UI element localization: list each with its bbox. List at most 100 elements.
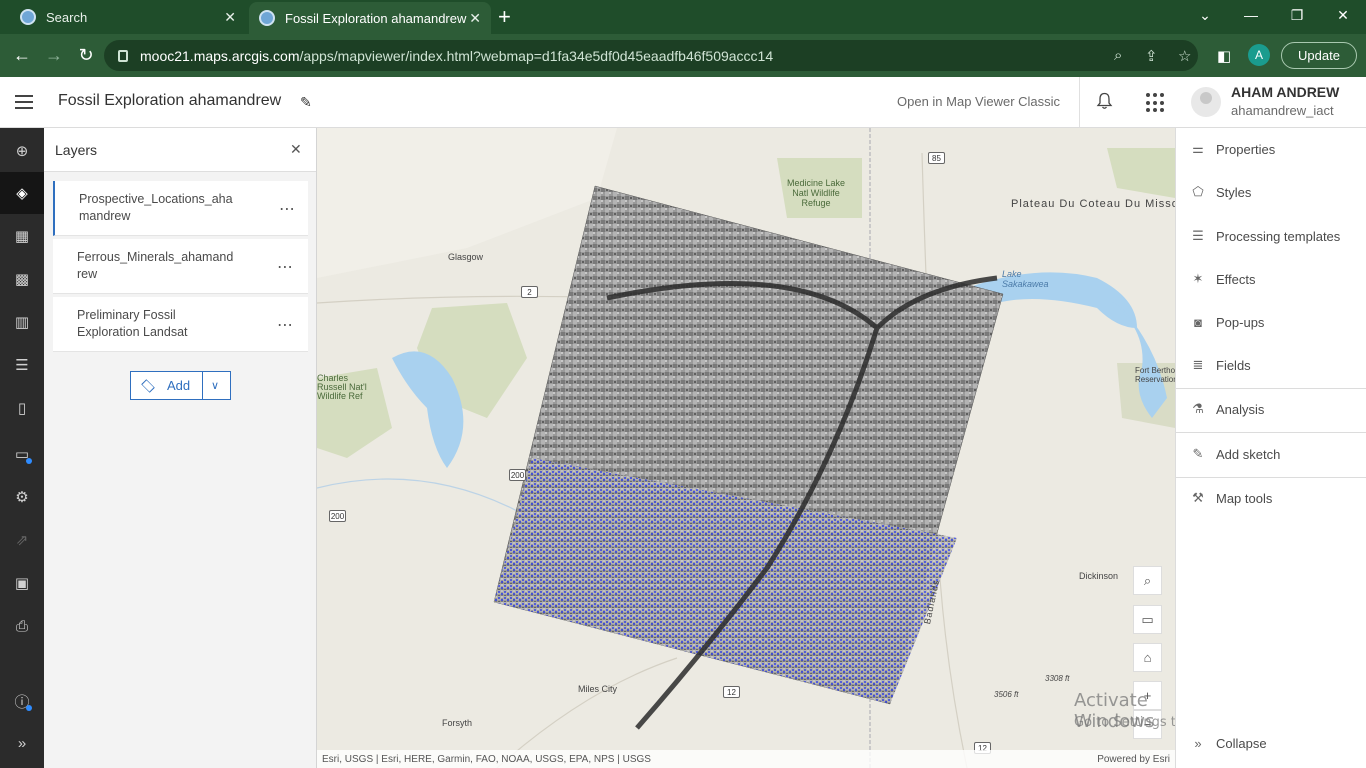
- share-icon[interactable]: ⇪: [1145, 47, 1158, 65]
- chevron-down-icon[interactable]: ∨: [211, 379, 219, 392]
- print-icon[interactable]: ⎙: [0, 605, 44, 647]
- search-icon[interactable]: ⌕: [1133, 566, 1162, 595]
- menu-icon[interactable]: [15, 95, 33, 109]
- close-tab-icon[interactable]: ✕: [469, 10, 481, 27]
- panel-divider: [1176, 432, 1366, 433]
- map-label-plateau: Plateau Du Coteau Du Missouri: [1011, 198, 1175, 210]
- fields-label: Fields: [1216, 357, 1251, 373]
- browser-tab-fossil-exploration[interactable]: Fossil Exploration ahamandrew ✕: [249, 2, 491, 34]
- powered-by-esri[interactable]: Powered by Esri: [1097, 754, 1170, 765]
- map-title: Fossil Exploration ahamandrew: [58, 92, 282, 109]
- bookmarks-icon[interactable]: ▯: [0, 387, 44, 429]
- properties-icon: ⚌: [1192, 141, 1204, 156]
- fields-button[interactable]: ≣ Fields: [1176, 345, 1366, 385]
- browser-profile-avatar[interactable]: A: [1248, 44, 1270, 66]
- map-view[interactable]: Glasgow Medicine Lake Natl Wildlife Refu…: [317, 128, 1175, 768]
- effects-button[interactable]: ✶ Effects: [1176, 259, 1366, 299]
- map-label-miles-city: Miles City: [578, 684, 618, 694]
- user-name[interactable]: AHAM ANDREW: [1231, 84, 1339, 100]
- open-classic-link[interactable]: Open in Map Viewer Classic: [897, 94, 1060, 109]
- basemap-icon[interactable]: ▩: [0, 258, 44, 300]
- new-tab-icon[interactable]: +: [498, 4, 511, 30]
- info-icon[interactable]: ⓘ: [0, 680, 44, 722]
- lock-icon: [118, 49, 128, 62]
- effects-label: Effects: [1216, 271, 1256, 287]
- url-path: /apps/mapviewer/index.html?webmap=d1fa34…: [299, 47, 774, 64]
- more-options-icon[interactable]: ⋯: [277, 257, 294, 277]
- map-tools-icon: ⚒: [1192, 490, 1204, 505]
- screen-icon[interactable]: ▭: [1133, 605, 1162, 634]
- layer-item[interactable]: Prospective_Locations_ahamandrew ⋯: [53, 181, 308, 236]
- edit-title-icon[interactable]: ✎: [300, 94, 312, 111]
- bookmark-star-icon[interactable]: ☆: [1178, 47, 1191, 65]
- highway-shield: 200: [329, 510, 346, 522]
- map-label-charles-russell: Charles Russell Nat'l Wildlife Ref: [317, 373, 367, 401]
- address-bar[interactable]: mooc21.maps.arcgis.com/apps/mapviewer/in…: [104, 40, 1198, 71]
- analysis-icon: ⚗: [1192, 401, 1204, 416]
- settings-icon[interactable]: ⚙: [0, 476, 44, 518]
- close-icon[interactable]: ✕: [290, 141, 302, 158]
- analysis-button[interactable]: ⚗ Analysis: [1176, 389, 1366, 429]
- layers-add-icon: [141, 379, 155, 393]
- notification-dot: [26, 705, 32, 711]
- collapse-button[interactable]: » Collapse: [1176, 723, 1366, 763]
- more-options-icon[interactable]: ⋯: [277, 315, 294, 335]
- highway-shield: 85: [928, 152, 945, 164]
- settings-panel: ⚌ Properties ⬠ Styles ☰ Processing templ…: [1175, 128, 1366, 768]
- share-map-icon[interactable]: ⇗: [0, 519, 44, 561]
- layers-panel: Layers ✕ Prospective_Locations_ahamandre…: [44, 128, 317, 768]
- processing-templates-button[interactable]: ☰ Processing templates: [1176, 216, 1366, 256]
- side-panel-icon[interactable]: ◧: [1217, 47, 1231, 65]
- minimize-icon[interactable]: —: [1228, 0, 1274, 30]
- styles-icon: ⬠: [1192, 184, 1204, 199]
- map-tools-button[interactable]: ⚒ Map tools: [1176, 478, 1366, 518]
- add-layer-button[interactable]: Add ∨: [130, 371, 231, 400]
- map-attribution: Esri, USGS | Esri, HERE, Garmin, FAO, NO…: [317, 750, 1175, 768]
- tables-icon[interactable]: ▦: [0, 215, 44, 257]
- add-layer-icon[interactable]: ⊕: [0, 130, 44, 172]
- add-sketch-button[interactable]: ✎ Add sketch: [1176, 434, 1366, 474]
- attribution-text: Esri, USGS | Esri, HERE, Garmin, FAO, NO…: [322, 753, 651, 765]
- app-header: Fossil Exploration ahamandrew ✎ Open in …: [0, 77, 1366, 128]
- map-label-forsyth: Forsyth: [442, 718, 473, 728]
- user-avatar[interactable]: [1191, 87, 1221, 117]
- charts-icon[interactable]: ▥: [0, 301, 44, 343]
- map-label-glasgow: Glasgow: [448, 252, 484, 262]
- back-icon[interactable]: ←: [9, 42, 35, 68]
- close-tab-icon[interactable]: ✕: [224, 9, 236, 26]
- highway-shield: 200: [509, 469, 526, 481]
- zoom-icon[interactable]: ⌕: [1114, 47, 1122, 64]
- user-id[interactable]: ahamandrew_iact: [1231, 103, 1334, 118]
- browser-tab-strip: Search ✕ Fossil Exploration ahamandrew ✕…: [0, 0, 1366, 34]
- layer-name: Preliminary Fossil Exploration Landsat: [77, 308, 188, 339]
- browser-update-button[interactable]: Update: [1281, 42, 1357, 69]
- save-open-icon[interactable]: ▭: [0, 433, 44, 475]
- layer-item[interactable]: Ferrous_Minerals_ahamandrew ⋯: [53, 239, 308, 294]
- app-launcher-icon[interactable]: [1146, 93, 1166, 113]
- highway-shield: 2: [521, 286, 538, 298]
- map-label-lake-sakakawea: Lake Sakakawea: [1002, 269, 1049, 289]
- close-window-icon[interactable]: ✕: [1320, 0, 1366, 30]
- popups-button[interactable]: ◙ Pop-ups: [1176, 302, 1366, 342]
- properties-button[interactable]: ⚌ Properties: [1176, 129, 1366, 169]
- legend-icon[interactable]: ☰: [0, 344, 44, 386]
- reload-icon[interactable]: ↻: [73, 42, 99, 68]
- forward-icon[interactable]: →: [41, 42, 67, 68]
- layers-icon[interactable]: ◈: [0, 172, 44, 214]
- expand-icon[interactable]: »: [0, 722, 44, 764]
- layer-item[interactable]: Preliminary Fossil Exploration Landsat ⋯: [53, 297, 308, 352]
- styles-button[interactable]: ⬠ Styles: [1176, 172, 1366, 212]
- browser-toolbar: ← → ↻ mooc21.maps.arcgis.com/apps/mapvie…: [0, 34, 1366, 77]
- notifications-icon[interactable]: [1096, 92, 1113, 110]
- map-label-medicine-lake: Medicine Lake Natl Wildlife Refuge: [787, 178, 846, 208]
- map-tools-label: Map tools: [1216, 490, 1273, 506]
- tab-search-chevron-icon[interactable]: ⌄: [1182, 0, 1228, 30]
- url-host: mooc21.maps.arcgis.com: [140, 47, 300, 64]
- basemap: [317, 128, 1175, 768]
- google-icon: [20, 9, 36, 25]
- browser-tab-search[interactable]: Search ✕: [8, 0, 246, 34]
- restore-icon[interactable]: ❐: [1274, 0, 1320, 30]
- more-options-icon[interactable]: ⋯: [279, 199, 296, 219]
- home-icon[interactable]: ⌂: [1133, 643, 1162, 672]
- create-app-icon[interactable]: ▣: [0, 562, 44, 604]
